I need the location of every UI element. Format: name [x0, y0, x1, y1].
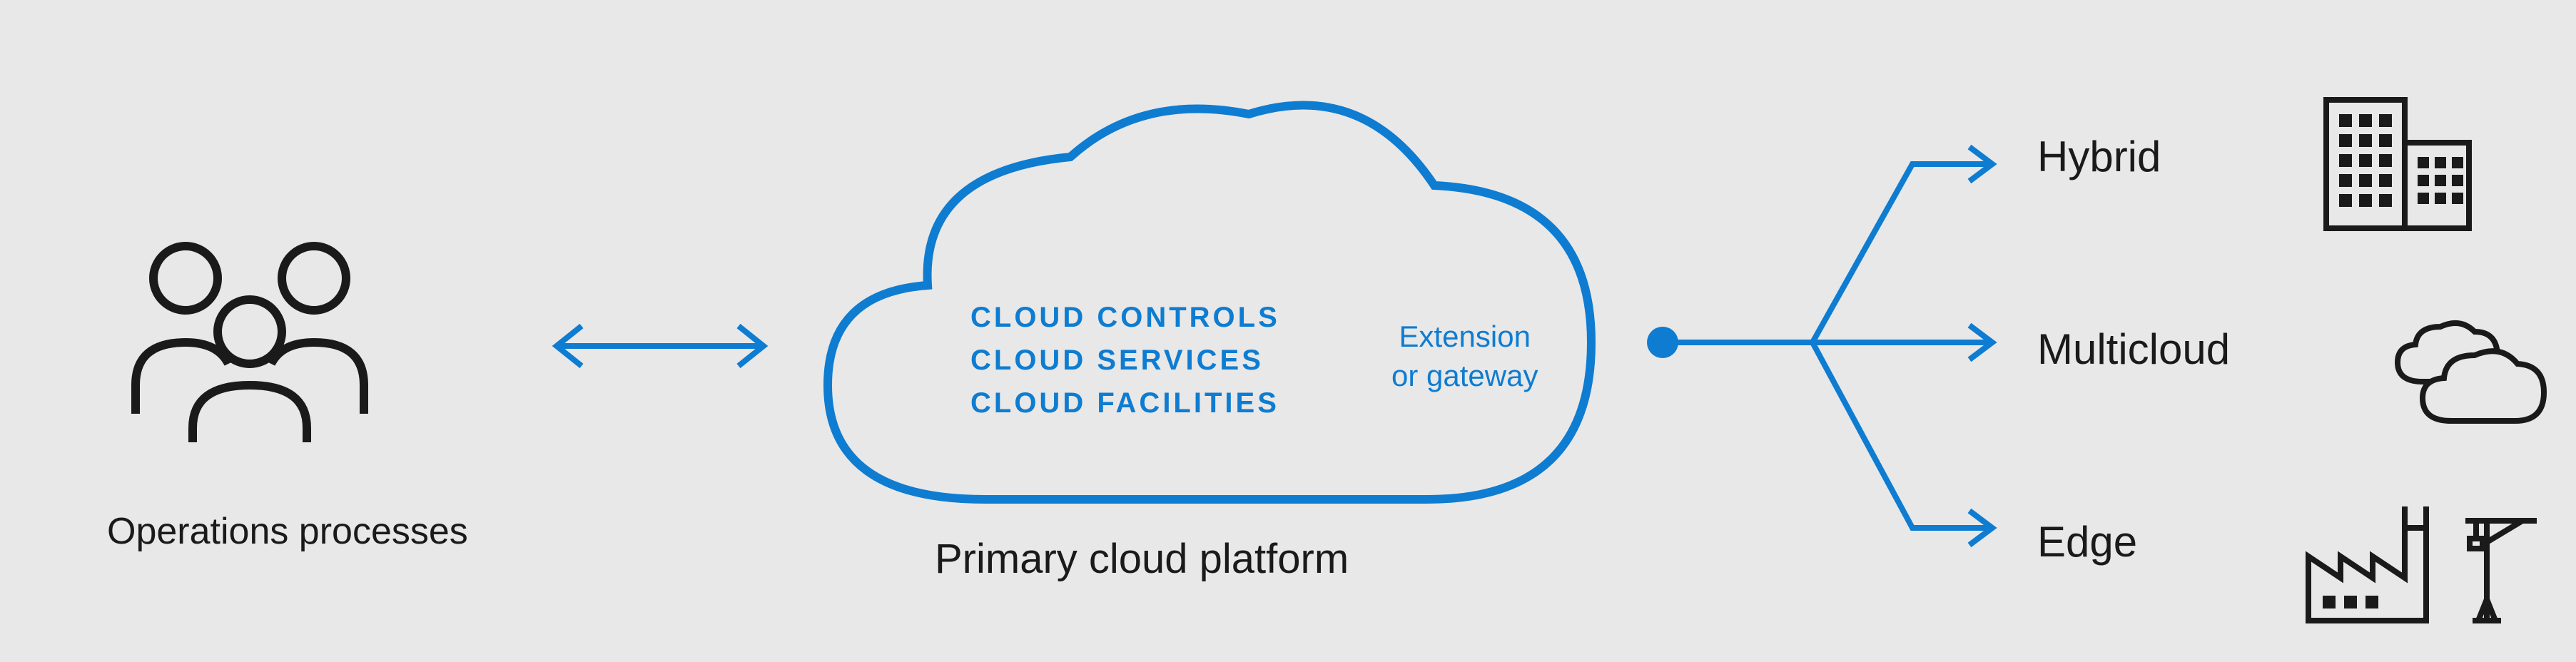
factory-crane-icon [2301, 499, 2544, 631]
clouds-icon [2383, 314, 2547, 432]
multicloud-label: Multicloud [2037, 325, 2230, 374]
operations-people-icon [121, 228, 378, 453]
branch-arrows [1641, 107, 2019, 581]
cloud-services-text: CLOUD SERVICES [970, 339, 1280, 382]
cloud-architecture-diagram: Operations processes CLOUD CONTROLS CLOU… [0, 0, 2576, 662]
cloud-platform-label: Primary cloud platform [935, 535, 1349, 583]
cloud-facilities-text: CLOUD FACILITIES [970, 382, 1280, 424]
edge-label: Edge [2037, 517, 2137, 566]
bidirectional-arrow-icon [542, 317, 778, 378]
operations-label: Operations processes [107, 510, 468, 553]
buildings-icon [2319, 93, 2483, 239]
cloud-features-text: CLOUD CONTROLS CLOUD SERVICES CLOUD FACI… [970, 296, 1280, 424]
hybrid-label: Hybrid [2037, 132, 2161, 181]
extension-line2: or gateway [1391, 357, 1538, 396]
cloud-controls-text: CLOUD CONTROLS [970, 296, 1280, 339]
cloud-extension-text: Extension or gateway [1391, 317, 1538, 395]
extension-line1: Extension [1391, 317, 1538, 357]
